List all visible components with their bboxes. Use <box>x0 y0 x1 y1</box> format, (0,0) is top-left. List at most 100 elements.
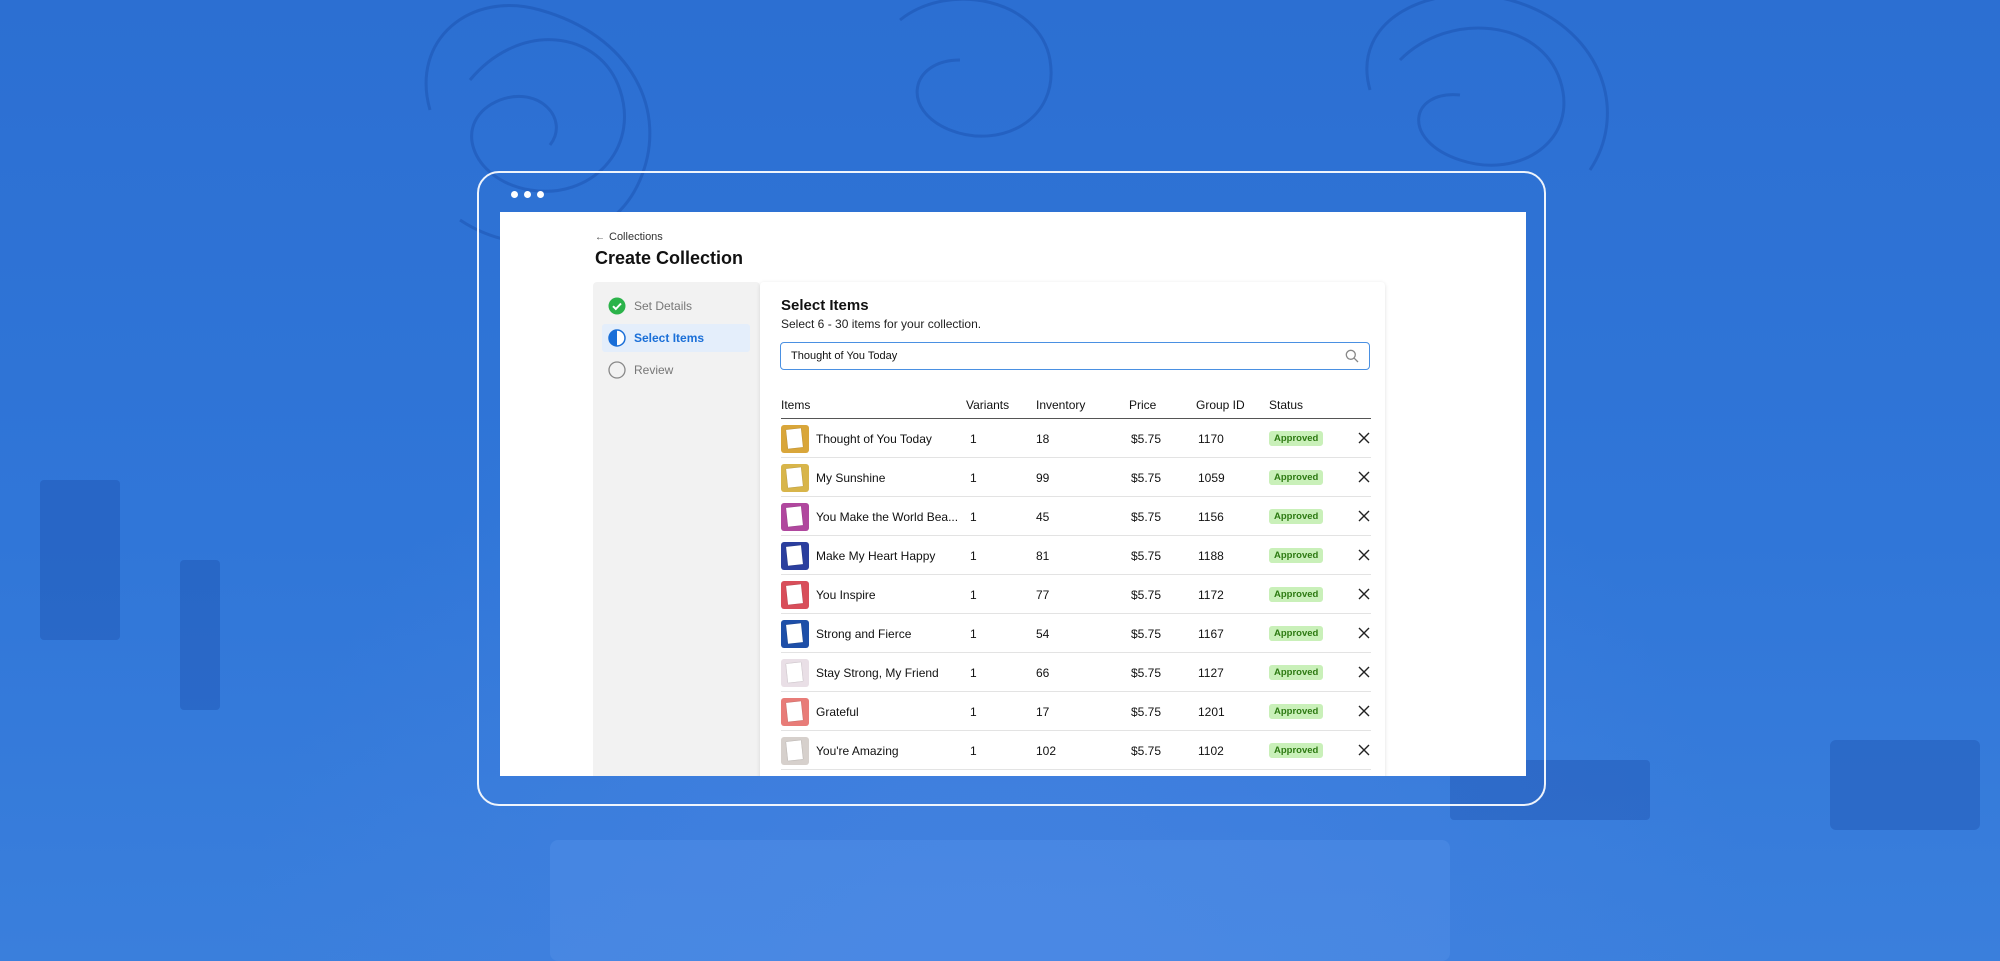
close-icon[interactable] <box>1357 587 1371 601</box>
item-thumbnail <box>781 503 809 531</box>
table-row[interactable]: Stay Strong, My Friend 1 66 $5.75 1127 A… <box>781 653 1371 692</box>
search-icon[interactable] <box>1345 349 1359 363</box>
empty-circle-icon <box>608 361 626 379</box>
status-badge: Approved <box>1269 548 1324 563</box>
item-price: $5.75 <box>1131 666 1162 680</box>
item-variants: 1 <box>970 432 977 446</box>
status-badge: Approved <box>1269 665 1324 680</box>
step-label: Set Details <box>634 299 693 313</box>
header-group-id[interactable]: Group ID <box>1196 398 1245 412</box>
table-row[interactable]: Grateful 1 17 $5.75 1201 Approved <box>781 692 1371 731</box>
header-inventory[interactable]: Inventory <box>1036 398 1085 412</box>
item-name[interactable]: You Inspire <box>816 588 876 602</box>
check-circle-icon <box>608 297 626 315</box>
item-group-id: 1201 <box>1198 705 1225 719</box>
breadcrumb-label: Collections <box>609 231 663 243</box>
window-dot <box>537 191 544 198</box>
close-icon[interactable] <box>1357 431 1371 445</box>
section-subtitle: Select 6 - 30 items for your collection. <box>781 317 982 331</box>
close-icon[interactable] <box>1357 548 1371 562</box>
header-variants[interactable]: Variants <box>966 398 1009 412</box>
close-icon[interactable] <box>1357 509 1371 523</box>
header-status[interactable]: Status <box>1269 398 1303 412</box>
table-row[interactable]: Thought of You Today 1 18 $5.75 1170 App… <box>781 419 1371 458</box>
status-badge: Approved <box>1269 743 1324 758</box>
step-review[interactable]: Review <box>602 356 750 384</box>
item-price: $5.75 <box>1131 471 1162 485</box>
window-dot <box>524 191 531 198</box>
item-name[interactable]: You're Amazing <box>816 744 899 758</box>
item-price: $5.75 <box>1131 549 1162 563</box>
card-image <box>786 701 803 722</box>
select-items-panel: Select Items Select 6 - 30 items for you… <box>760 282 1385 776</box>
card-image <box>786 584 803 605</box>
item-price: $5.75 <box>1131 744 1162 758</box>
table-row[interactable]: You're Amazing 1 102 $5.75 1102 Approved <box>781 731 1371 770</box>
card-image <box>786 623 803 644</box>
item-group-id: 1156 <box>1198 510 1224 524</box>
item-thumbnail <box>781 425 809 453</box>
item-inventory: 102 <box>1036 744 1057 758</box>
item-name[interactable]: Strong and Fierce <box>816 627 911 641</box>
table-row[interactable]: You Inspire 1 77 $5.75 1172 Approved <box>781 575 1371 614</box>
search-input[interactable]: Thought of You Today <box>780 342 1370 370</box>
half-circle-icon <box>608 329 626 347</box>
item-price: $5.75 <box>1131 588 1162 602</box>
step-select-items[interactable]: Select Items <box>602 324 750 352</box>
item-group-id: 1170 <box>1198 432 1224 446</box>
item-inventory: 99 <box>1036 471 1050 485</box>
status-badge: Approved <box>1269 509 1324 524</box>
card-image <box>786 467 803 488</box>
item-thumbnail <box>781 620 809 648</box>
table-row[interactable]: Strong and Fierce 1 54 $5.75 1167 Approv… <box>781 614 1371 653</box>
close-icon[interactable] <box>1357 743 1371 757</box>
card-image <box>786 740 803 761</box>
search-value: Thought of You Today <box>791 350 898 362</box>
steps-sidebar: Set Details Select Items Review <box>593 282 760 776</box>
item-price: $5.75 <box>1131 705 1162 719</box>
card-image <box>786 545 803 566</box>
item-variants: 1 <box>970 588 977 602</box>
item-thumbnail <box>781 698 809 726</box>
item-inventory: 18 <box>1036 432 1050 446</box>
window-controls <box>511 191 544 198</box>
table-row[interactable]: You Make the World Bea... 1 45 $5.75 115… <box>781 497 1371 536</box>
item-group-id: 1167 <box>1198 627 1224 641</box>
table-row[interactable]: Make My Heart Happy 1 81 $5.75 1188 Appr… <box>781 536 1371 575</box>
close-icon[interactable] <box>1357 626 1371 640</box>
table-row[interactable]: My Sunshine 1 99 $5.75 1059 Approved <box>781 458 1371 497</box>
item-price: $5.75 <box>1131 627 1162 641</box>
app-screen: ← Collections Create Collection Set Deta… <box>500 212 1526 776</box>
item-inventory: 66 <box>1036 666 1050 680</box>
card-image <box>786 662 803 683</box>
card-image <box>786 506 803 527</box>
item-inventory: 54 <box>1036 627 1050 641</box>
breadcrumb[interactable]: ← Collections <box>595 231 663 243</box>
item-name[interactable]: My Sunshine <box>816 471 885 485</box>
item-group-id: 1059 <box>1198 471 1225 485</box>
item-name[interactable]: Grateful <box>816 705 859 719</box>
card-image <box>786 428 803 449</box>
item-group-id: 1188 <box>1198 549 1224 563</box>
item-variants: 1 <box>970 705 977 719</box>
item-variants: 1 <box>970 549 977 563</box>
item-price: $5.75 <box>1131 510 1162 524</box>
close-icon[interactable] <box>1357 665 1371 679</box>
item-name[interactable]: Make My Heart Happy <box>816 549 935 563</box>
close-icon[interactable] <box>1357 470 1371 484</box>
status-badge: Approved <box>1269 587 1324 602</box>
item-name[interactable]: Thought of You Today <box>816 432 932 446</box>
item-name[interactable]: Stay Strong, My Friend <box>816 666 939 680</box>
item-name[interactable]: You Make the World Bea... <box>816 510 958 524</box>
header-price[interactable]: Price <box>1129 398 1156 412</box>
table-body: Thought of You Today 1 18 $5.75 1170 App… <box>781 419 1371 770</box>
status-badge: Approved <box>1269 431 1324 446</box>
close-icon[interactable] <box>1357 704 1371 718</box>
arrow-left-icon: ← <box>595 231 605 243</box>
item-variants: 1 <box>970 471 977 485</box>
header-items[interactable]: Items <box>781 398 810 412</box>
item-price: $5.75 <box>1131 432 1162 446</box>
item-group-id: 1172 <box>1198 588 1224 602</box>
table-header: Items Variants Inventory Price Group ID … <box>781 394 1371 419</box>
step-set-details[interactable]: Set Details <box>602 292 750 320</box>
